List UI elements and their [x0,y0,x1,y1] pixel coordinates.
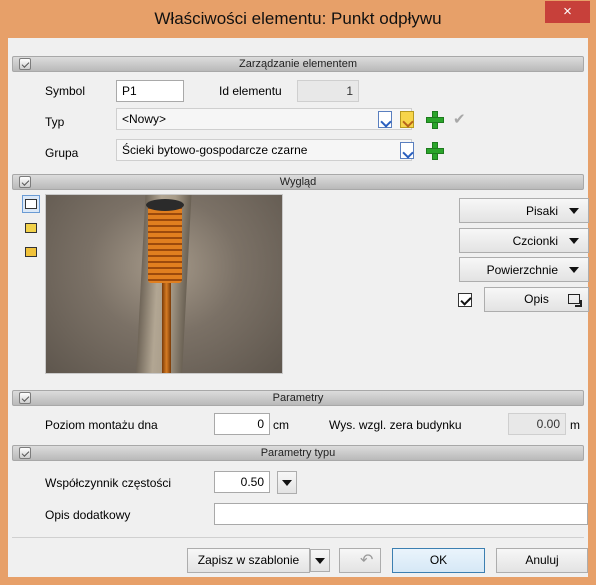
symbol-input[interactable]: P1 [116,80,184,102]
description-label: Opis [524,292,549,306]
close-button[interactable]: × [545,1,590,23]
title-bar[interactable]: Właściwości elementu: Punkt odpływu × [0,0,596,38]
riser-shape [148,203,182,283]
height-field: 0.00 [508,413,566,435]
frequency-label: Współczynnik częstości [45,476,172,490]
ok-button[interactable]: OK [392,548,485,573]
cancel-button[interactable]: Anuluj [496,548,588,573]
undo-icon: ↶ [360,552,374,569]
group-select-icon[interactable] [400,142,414,159]
section-type-parameters-header[interactable]: Parametry typu [12,445,584,461]
type-select-icon[interactable] [378,111,392,128]
section-management-title: Zarządzanie elementem [238,58,357,70]
section-appearance-header[interactable]: Wygląd [12,174,584,190]
surfaces-dropdown[interactable]: Powierzchnie [459,257,589,282]
frequency-input[interactable]: 0.50 [214,471,270,493]
id-label: Id elementu [219,84,282,98]
type-add-icon[interactable] [425,110,444,129]
surfaces-label: Powierzchnie [486,263,558,277]
open-window-icon [568,294,582,307]
view-plan-icon[interactable] [22,219,40,237]
mount-level-unit: cm [273,418,289,432]
chevron-down-icon [569,208,579,214]
undo-button[interactable]: ↶ [339,548,381,573]
window-title: Właściwości elementu: Punkt odpływu [154,9,442,28]
footer-divider [12,537,584,538]
section-appearance-title: Wygląd [279,176,317,188]
height-unit: m [570,418,580,432]
extra-description-label: Opis dodatkowy [45,508,131,522]
view-box-icon[interactable] [22,243,40,261]
section-management-header[interactable]: Zarządzanie elementem [12,56,584,72]
symbol-label: Symbol [45,84,86,98]
save-template-dropdown-button[interactable] [310,549,330,572]
section-parameters-header[interactable]: Parametry [12,390,584,406]
element-preview-image [45,194,283,374]
frequency-dropdown-button[interactable] [277,471,297,494]
height-label: Wys. wzgl. zera budynku [329,418,462,432]
view-3d-icon[interactable] [22,195,40,213]
description-button[interactable]: Opis [484,287,589,312]
fonts-label: Czcionki [512,234,558,248]
type-confirm-icon[interactable]: ✔ [453,110,466,128]
section-type-parameters-title: Parametry typu [260,447,336,459]
save-template-button[interactable]: Zapisz w szablonie [187,548,310,573]
mount-level-input[interactable]: 0 [214,413,270,435]
pens-label: Pisaki [525,204,558,218]
group-add-icon[interactable] [425,141,444,160]
mount-level-label: Poziom montażu dna [45,418,158,432]
description-checkbox[interactable] [458,293,472,307]
id-field: 1 [297,80,359,102]
type-combo[interactable]: <Nowy> [116,108,412,130]
extra-description-input[interactable] [214,503,588,525]
type-edit-icon[interactable] [400,111,414,128]
pens-dropdown[interactable]: Pisaki [459,198,589,223]
section-parameters-title: Parametry [272,392,324,404]
riser-cap-shape [146,199,184,211]
group-combo[interactable]: Ścieki bytowo-gospodarcze czarne [116,139,412,161]
dialog-window: Właściwości elementu: Punkt odpływu × Za… [0,0,596,585]
group-label: Grupa [45,146,79,160]
fonts-dropdown[interactable]: Czcionki [459,228,589,253]
chevron-down-icon [569,238,579,244]
type-label: Typ [45,115,65,129]
chevron-down-icon [569,267,579,273]
